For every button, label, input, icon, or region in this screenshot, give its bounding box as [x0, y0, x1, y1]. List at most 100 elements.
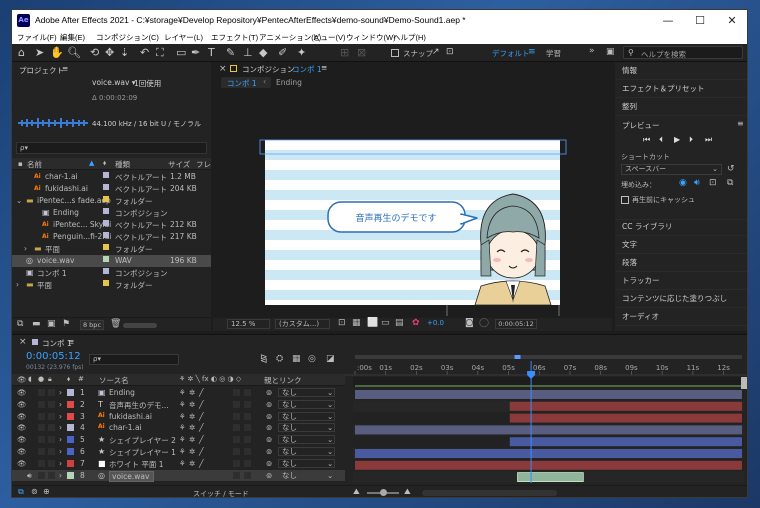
dolly-camera-icon[interactable]: ⇣ [120, 46, 129, 59]
anchor-point-icon[interactable]: ⛶ [156, 46, 164, 59]
expand-time-icon[interactable]: ⊕ [43, 487, 50, 496]
timeline-layer-row[interactable]: 👁︎ › 5 ★ シェイプレイヤー 2 ⚘ ✲ ╱ ⊚ なし ⌄ [12, 434, 345, 446]
solo-box[interactable] [38, 424, 45, 432]
chevron-right-icon[interactable]: › [24, 244, 27, 253]
lock-box[interactable] [48, 389, 55, 396]
solo-box[interactable] [38, 389, 45, 396]
solo-header-icon[interactable]: ● [38, 375, 44, 383]
switch-box[interactable] [233, 448, 240, 455]
timeline-layer-row[interactable]: 👁︎ › 6 ★ シェイプレイヤー 1 ⚘ ✲ ╱ ⊚ なし ⌄ [12, 446, 345, 458]
shy-switch-icon[interactable]: ⚘ [179, 412, 186, 421]
close-timeline-icon[interactable]: × [19, 337, 27, 347]
next-frame-icon[interactable]: ⏵ [689, 135, 693, 145]
label-color-swatch[interactable] [67, 389, 74, 396]
visibility-eye-icon[interactable]: 👁︎ [17, 400, 27, 409]
switch-box[interactable] [244, 412, 251, 420]
more-workspaces-icon[interactable]: » [589, 46, 595, 56]
show-snapshot-icon[interactable]: ◯ [479, 318, 489, 328]
quality-switch-icon[interactable]: ╱ [199, 435, 204, 444]
timeline-scrollbar[interactable] [422, 490, 557, 496]
work-area-bar[interactable] [355, 355, 742, 359]
shy-switch-icon[interactable]: ⚘ [179, 447, 186, 456]
layer-source-name[interactable]: 音声再生のデモ... [109, 400, 169, 411]
timeline-timecode[interactable]: 0:00:05:12 [26, 351, 81, 362]
selection-tool-icon[interactable]: ➤ [35, 46, 44, 59]
hand-tool-icon[interactable]: ✋ [50, 46, 64, 59]
snapshot-camera-icon[interactable]: ◙ [465, 318, 474, 328]
column-type[interactable]: 種類 [115, 159, 130, 170]
interpret-footage-icon[interactable]: ⧉ [17, 319, 23, 329]
collapse-switch-icon[interactable]: ✲ [189, 435, 195, 444]
switch-box[interactable] [244, 400, 251, 408]
bpc-button[interactable]: 8 bpc [80, 320, 104, 330]
shy-switch-icon[interactable]: ⚘ [179, 400, 186, 409]
lock-box[interactable] [48, 424, 55, 432]
frame-blending-icon[interactable]: ▦ [292, 354, 301, 364]
quality-switch-icon[interactable]: ╱ [199, 400, 204, 409]
switch-box[interactable] [244, 424, 251, 432]
project-title[interactable]: プロジェクト [19, 65, 64, 76]
project-item[interactable]: Ai fukidashi.ai ベクトルアート 204 KB [12, 183, 211, 195]
project-item[interactable]: ▣ コンポ 1 コンポジション [12, 267, 211, 279]
end-handle[interactable] [741, 377, 747, 389]
label-color-swatch[interactable] [103, 208, 109, 214]
axis-icon[interactable]: ⊞ [340, 46, 349, 59]
menu-layer[interactable]: レイヤー(L) [164, 32, 203, 43]
switch-box[interactable] [233, 400, 240, 408]
visibility-eye-icon[interactable]: 👁︎ [17, 412, 27, 421]
menu-view[interactable]: ビュー(V) [313, 32, 346, 43]
comp-timecode[interactable]: 0:00:05:12 [495, 319, 537, 329]
layer-duration-bar[interactable] [355, 390, 742, 399]
project-item[interactable]: Ai char-1.ai ベクトルアート 1.2 MB [12, 171, 211, 183]
label-color-swatch[interactable] [103, 172, 109, 178]
solo-box[interactable] [38, 412, 45, 420]
visibility-eye-icon[interactable]: 👁︎ [17, 388, 27, 397]
menu-animation[interactable]: アニメーション(A) [259, 32, 321, 43]
chevron-right-icon[interactable]: › [59, 447, 62, 456]
quality-switch-icon[interactable]: ╱ [199, 423, 204, 432]
zoom-tool-icon[interactable]: 🔍︎ [67, 46, 81, 59]
project-search-input[interactable]: ρ▾ [16, 142, 207, 154]
chevron-right-icon[interactable]: › [59, 400, 62, 409]
close-button[interactable]: ✕ [716, 10, 747, 31]
solo-box[interactable] [38, 459, 45, 467]
lock-box[interactable] [48, 448, 55, 455]
lock-icon[interactable] [230, 65, 237, 72]
layer-duration-bar[interactable] [509, 437, 742, 447]
audio-panel[interactable]: オーディオ [615, 308, 747, 326]
quality-switch-icon[interactable]: ╱ [199, 412, 204, 421]
lock-box[interactable] [48, 459, 55, 467]
project-item[interactable]: Ai iPentec... Sky.ai ベクトルアート 212 KB [12, 219, 211, 231]
puppet-pin-icon[interactable]: ✦ [297, 46, 306, 59]
shortcut-dropdown[interactable]: スペースバー ⌄ [621, 164, 722, 175]
project-menu-icon[interactable]: ≡ [62, 64, 68, 73]
zoom-slider-handle[interactable] [380, 489, 387, 496]
pick-whip-icon[interactable]: ⊚ [266, 459, 272, 468]
type-tool-icon[interactable]: T [208, 46, 215, 59]
shy-switch-icon[interactable]: ⚘ [179, 435, 186, 444]
layer-source-name[interactable]: char-1.ai [109, 423, 142, 432]
shy-switch-icon[interactable]: ⚘ [179, 388, 186, 397]
label-color-swatch[interactable] [67, 424, 74, 432]
menu-composition[interactable]: コンポジション(C) [96, 32, 159, 43]
menu-edit[interactable]: 編集(E) [60, 32, 85, 43]
chevron-right-icon[interactable]: › [59, 459, 62, 468]
audio-speaker-icon[interactable]: 🔊︎ [27, 471, 32, 481]
character-panel[interactable]: 文字 [615, 236, 747, 254]
effects-presets-panel[interactable]: エフェクト＆プリセット [615, 80, 747, 98]
switch-box[interactable] [233, 389, 240, 396]
project-item[interactable]: Ai Penguin...fi-2.ai ベクトルアート 217 KB [12, 231, 211, 243]
switch-box[interactable] [244, 471, 251, 479]
project-item[interactable]: ◎ voice.wav WAV 196 KB [12, 255, 211, 267]
new-folder-icon[interactable]: ▬ [32, 319, 41, 329]
lock-box[interactable] [48, 471, 55, 479]
switch-box[interactable] [244, 436, 251, 444]
project-item[interactable]: ▣ Ending コンポジション [12, 207, 211, 219]
world-axis-icon[interactable]: ⊠ [357, 46, 366, 59]
pick-whip-icon[interactable]: ⊚ [266, 435, 272, 444]
label-color-swatch[interactable] [67, 436, 74, 444]
column-name[interactable]: 名前 [27, 159, 42, 170]
content-aware-fill-panel[interactable]: コンテンツに応じた塗りつぶし [615, 290, 747, 308]
menu-effect[interactable]: エフェクト(T) [211, 32, 258, 43]
collapse-switch-icon[interactable]: ✲ [189, 412, 195, 421]
